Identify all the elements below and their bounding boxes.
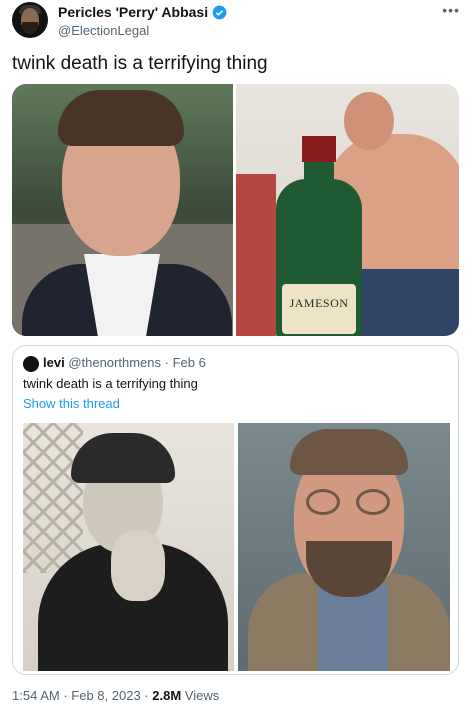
more-options-icon[interactable]: •••: [442, 2, 460, 18]
photo-hair: [71, 433, 175, 483]
media-photo-1[interactable]: [12, 84, 233, 336]
author-name-line[interactable]: Pericles 'Perry' Abbasi: [58, 4, 227, 20]
photo-hair: [58, 90, 184, 146]
photo-jeans: [346, 269, 459, 336]
tweet-header: Pericles 'Perry' Abbasi @ElectionLegal •…: [12, 2, 462, 42]
tweet-footer: 1:54 AM · Feb 8, 2023 · 2.8M Views: [12, 688, 219, 703]
quoted-author-handle[interactable]: @thenorthmens: [68, 355, 161, 370]
bottle-cap: [302, 136, 336, 162]
show-thread-link[interactable]: Show this thread: [23, 396, 120, 411]
avatar-beard: [22, 22, 38, 34]
quoted-date[interactable]: Feb 6: [173, 355, 206, 370]
glasses-left-lens: [306, 489, 340, 515]
bottle-label-text: JAMESON: [289, 296, 349, 310]
author-name[interactable]: Pericles 'Perry' Abbasi: [58, 4, 208, 20]
photo-hair: [290, 429, 408, 475]
tweet-time[interactable]: 1:54 AM: [12, 688, 60, 703]
views-label: Views: [184, 688, 220, 703]
separator-dot: ·: [164, 355, 173, 370]
media-photo-2[interactable]: JAMESON: [236, 84, 459, 336]
quoted-media-grid: [23, 423, 450, 671]
author-handle[interactable]: @ElectionLegal: [58, 23, 149, 38]
quoted-photo-1[interactable]: [23, 423, 234, 671]
quoted-header: levi @thenorthmens · Feb 6: [43, 355, 206, 370]
tweet-date[interactable]: Feb 8, 2023: [71, 688, 140, 703]
views-count: 2.8M: [152, 688, 182, 703]
photo-curtain: [236, 174, 276, 336]
photo-lattice: [23, 423, 83, 573]
glasses-right-lens: [356, 489, 390, 515]
quoted-author-name[interactable]: levi: [43, 355, 65, 370]
quoted-author-avatar[interactable]: [23, 356, 39, 372]
tweet-media-grid: JAMESON: [12, 84, 459, 336]
verified-badge-icon: [212, 5, 227, 19]
tweet-text: twink death is a terrifying thing: [12, 53, 268, 74]
photo-hand: [111, 531, 165, 601]
quoted-tweet[interactable]: levi @thenorthmens · Feb 6 twink death i…: [12, 345, 459, 675]
quoted-text: twink death is a terrifying thing: [23, 376, 198, 391]
bottle-label: JAMESON: [282, 284, 356, 334]
author-avatar[interactable]: [12, 2, 48, 38]
quoted-photo-2[interactable]: [238, 423, 450, 671]
photo-head: [344, 92, 394, 150]
